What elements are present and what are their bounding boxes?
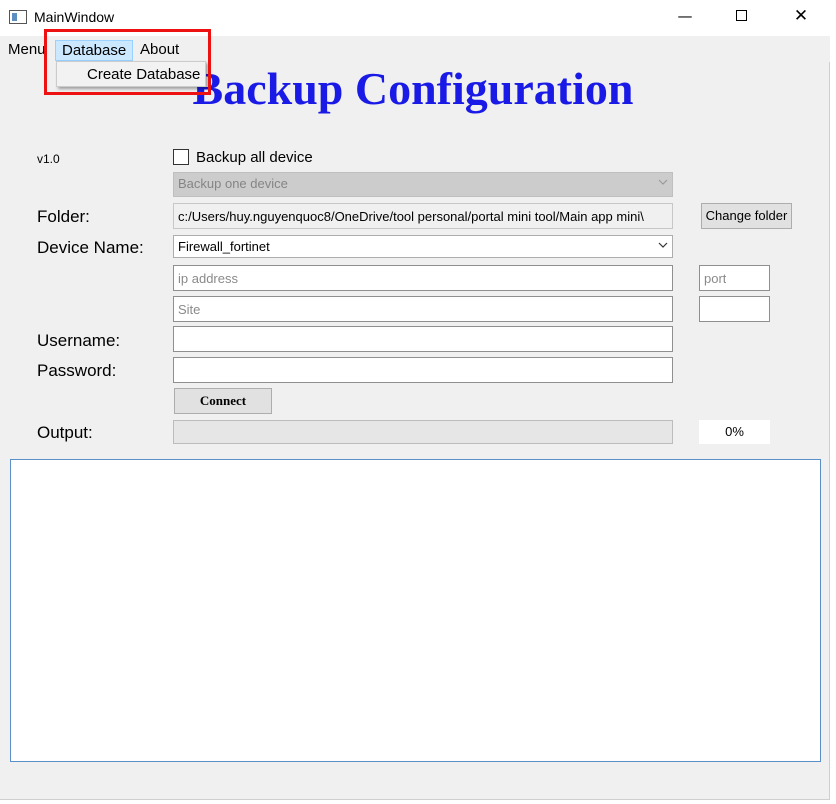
port-input[interactable]: port <box>699 265 770 291</box>
maximize-icon <box>735 9 747 21</box>
menu-item-database[interactable]: Database <box>55 40 134 61</box>
site-placeholder: Site <box>178 302 201 317</box>
device-name-label: Device Name: <box>37 238 144 257</box>
folder-path-text: c:/Users/huy.nguyenquoc8/OneDrive/tool p… <box>178 209 644 224</box>
backup-all-checkbox[interactable] <box>173 149 189 165</box>
window-title: MainWindow <box>34 9 115 25</box>
ip-address-placeholder: ip address <box>178 271 238 286</box>
minimize-button[interactable]: — <box>662 0 708 32</box>
background-window-edge <box>830 0 836 804</box>
connect-button[interactable]: Connect <box>174 388 272 414</box>
maximize-button[interactable] <box>718 0 764 32</box>
output-label: Output: <box>37 423 93 442</box>
menu-item-menu[interactable]: Menu <box>2 40 52 61</box>
folder-path-field[interactable]: c:/Users/huy.nguyenquoc8/OneDrive/tool p… <box>173 203 673 229</box>
password-label: Password: <box>37 361 117 380</box>
ip-address-input[interactable]: ip address <box>173 265 673 291</box>
page-title-text: Backup Configuration <box>192 63 634 114</box>
username-label: Username: <box>37 331 121 350</box>
device-name-text: Firewall_fortinet <box>178 239 270 254</box>
backup-one-device-text: Backup one device <box>178 176 288 191</box>
output-text-area[interactable] <box>10 459 821 762</box>
backup-all-label[interactable]: Backup all device <box>196 149 313 166</box>
progress-bar <box>173 420 673 444</box>
backup-one-device-combo[interactable]: Backup one device <box>173 172 673 197</box>
progress-percent: 0% <box>699 420 770 444</box>
site-extra-input[interactable] <box>699 296 770 322</box>
port-placeholder: port <box>704 271 727 286</box>
chevron-down-icon <box>658 179 668 185</box>
main-window: MainWindow — ✕ Menu Database About Backu… <box>0 0 830 800</box>
password-input[interactable] <box>173 357 673 383</box>
version-label: v1.0 <box>37 152 60 166</box>
username-input[interactable] <box>173 326 673 352</box>
change-folder-button[interactable]: Change folder <box>701 203 792 229</box>
menu-item-create-database[interactable]: Create Database <box>87 66 200 83</box>
menu-bar: Menu Database About <box>0 36 830 62</box>
device-name-combo[interactable]: Firewall_fortinet <box>173 235 673 258</box>
menu-item-about[interactable]: About <box>134 40 185 61</box>
chevron-down-icon <box>658 242 668 248</box>
close-button[interactable]: ✕ <box>778 0 824 32</box>
app-icon <box>9 10 27 24</box>
site-input[interactable]: Site <box>173 296 673 322</box>
database-dropdown-menu: Create Database <box>56 61 206 87</box>
folder-label: Folder: <box>37 207 90 226</box>
title-bar[interactable]: MainWindow — ✕ <box>0 0 830 36</box>
